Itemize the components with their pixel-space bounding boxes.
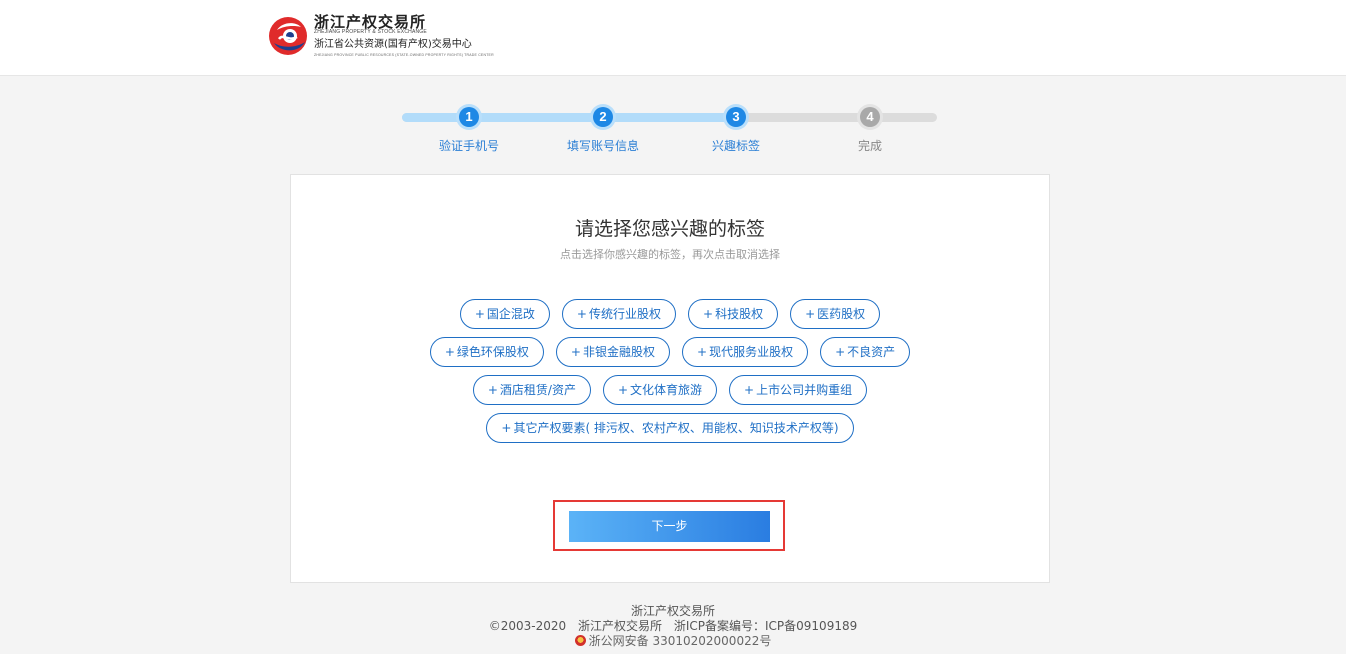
- footer-copyright-org: 浙江产权交易所: [578, 619, 663, 633]
- tag-row: + 其它产权要素( 排污权、农村产权、用能权、知识技术产权等): [291, 413, 1049, 443]
- step-number: 3: [726, 107, 746, 127]
- step-account-info: 2 填写账号信息: [543, 104, 663, 153]
- interest-tag[interactable]: + 传统行业股权: [561, 299, 676, 329]
- step-number: 4: [860, 107, 880, 127]
- logo-emblem-icon: [269, 17, 307, 55]
- plus-icon: +: [576, 307, 587, 321]
- interest-tag-label: 医药股权: [817, 307, 866, 321]
- interest-tag[interactable]: + 不良资产: [820, 337, 911, 367]
- logo-name-cn: 浙江产权交易所: [314, 13, 427, 31]
- interest-tag-label: 传统行业股权: [588, 307, 661, 321]
- footer-police-text: 浙公网安备 33010202000022号: [588, 634, 772, 648]
- interest-tag[interactable]: + 国企混改: [459, 299, 550, 329]
- tag-row: + 绿色环保股权 + 非银金融股权 + 现代服务业股权 + 不良资产: [291, 337, 1049, 367]
- step-verify-phone: 1 验证手机号: [409, 104, 529, 153]
- logo-subtitle-en: ZHEJIANG PROVINCE PUBLIC RESOURCES (STAT…: [314, 53, 494, 57]
- footer-org: 浙江产权交易所: [630, 604, 715, 618]
- interest-tag[interactable]: + 上市公司并购重组: [729, 375, 868, 405]
- interest-tag[interactable]: + 绿色环保股权: [429, 337, 544, 367]
- plus-icon: +: [697, 345, 708, 359]
- registration-steps: 1 验证手机号 2 填写账号信息 3 兴趣标签 4 完成: [402, 104, 938, 160]
- interest-tag[interactable]: + 酒店租赁/资产: [472, 375, 591, 405]
- panel-subtitle: 点击选择你感兴趣的标签，再次点击取消选择: [560, 248, 780, 261]
- interest-tag-label: 绿色环保股权: [456, 345, 529, 359]
- step-label: 填写账号信息: [566, 139, 639, 153]
- step-interest-tags: 3 兴趣标签: [676, 104, 796, 153]
- interest-tag-label: 其它产权要素( 排污权、农村产权、用能权、知识技术产权等): [513, 421, 839, 435]
- police-badge-icon: [574, 635, 586, 646]
- plus-icon: +: [487, 383, 498, 397]
- plus-icon: +: [805, 307, 816, 321]
- plus-icon: +: [570, 345, 581, 359]
- plus-icon: +: [474, 307, 485, 321]
- tag-row: + 国企混改 + 传统行业股权 + 科技股权 + 医药股权: [291, 299, 1049, 329]
- interest-tag[interactable]: + 非银金融股权: [555, 337, 670, 367]
- interest-tag-label: 文化体育旅游: [630, 383, 703, 397]
- footer-police-record[interactable]: 浙公网安备 33010202000022号: [0, 634, 1346, 649]
- interest-tag-label: 非银金融股权: [582, 345, 655, 359]
- site-logo[interactable]: 浙江产权交易所 ZHEJIANG PROPERTY & STOCK EXCHAN…: [268, 14, 508, 60]
- footer-icp-link[interactable]: 浙ICP备案编号：ICP备09109189: [674, 619, 857, 633]
- step-marker: 2: [590, 104, 616, 130]
- interest-tag[interactable]: + 其它产权要素( 排污权、农村产权、用能权、知识技术产权等): [486, 413, 854, 443]
- interest-tag[interactable]: + 科技股权: [688, 299, 779, 329]
- step-marker: 4: [857, 104, 883, 130]
- site-header: 浙江产权交易所 ZHEJIANG PROPERTY & STOCK EXCHAN…: [0, 0, 1346, 76]
- step-marker: 1: [456, 104, 482, 130]
- step-label: 完成: [857, 139, 882, 153]
- interest-tag-label: 科技股权: [715, 307, 764, 321]
- interest-tag[interactable]: + 现代服务业股权: [682, 337, 809, 367]
- plus-icon: +: [501, 421, 512, 435]
- interest-tag[interactable]: + 文化体育旅游: [602, 375, 718, 405]
- step-label: 验证手机号: [438, 139, 499, 153]
- next-step-button[interactable]: 下一步: [569, 511, 770, 542]
- step-marker: 3: [723, 104, 749, 130]
- plus-icon: +: [744, 383, 755, 397]
- interest-tag-label: 酒店租赁/资产: [499, 383, 576, 397]
- logo-name-en: ZHEJIANG PROPERTY & STOCK EXCHANGE: [314, 29, 427, 35]
- plus-icon: +: [703, 307, 714, 321]
- interest-tag-label: 国企混改: [486, 307, 535, 321]
- plus-icon: +: [835, 345, 846, 359]
- panel-title: 请选择您感兴趣的标签: [574, 218, 765, 240]
- tag-list: + 国企混改 + 传统行业股权 + 科技股权 + 医药股权 + 绿色环保股权 + 非银金融股权 + 现代服…: [291, 299, 1049, 451]
- step-label: 兴趣标签: [711, 139, 760, 153]
- logo-subtitle-cn: 浙江省公共资源(国有产权)交易中心: [314, 39, 472, 50]
- plus-icon: +: [444, 345, 455, 359]
- interest-tag-label: 现代服务业股权: [709, 345, 794, 359]
- step-complete: 4 完成: [810, 104, 930, 153]
- tag-row: + 酒店租赁/资产 + 文化体育旅游 + 上市公司并购重组: [291, 375, 1049, 405]
- footer-copyright-years: ©2003-2020: [488, 619, 567, 633]
- site-footer: 浙江产权交易所 ©2003-2020 浙江产权交易所 浙ICP备案编号：ICP备…: [0, 604, 1346, 649]
- interest-tags-panel: 请选择您感兴趣的标签 点击选择你感兴趣的标签，再次点击取消选择 + 国企混改 + 传统…: [290, 174, 1050, 583]
- footer-copyright: ©2003-2020 浙江产权交易所 浙ICP备案编号：ICP备09109189: [0, 619, 1346, 634]
- step-number: 1: [459, 107, 479, 127]
- step-number: 2: [593, 107, 613, 127]
- interest-tag[interactable]: + 医药股权: [790, 299, 881, 329]
- interest-tag-label: 上市公司并购重组: [756, 383, 853, 397]
- plus-icon: +: [617, 383, 629, 397]
- interest-tag-label: 不良资产: [847, 345, 896, 359]
